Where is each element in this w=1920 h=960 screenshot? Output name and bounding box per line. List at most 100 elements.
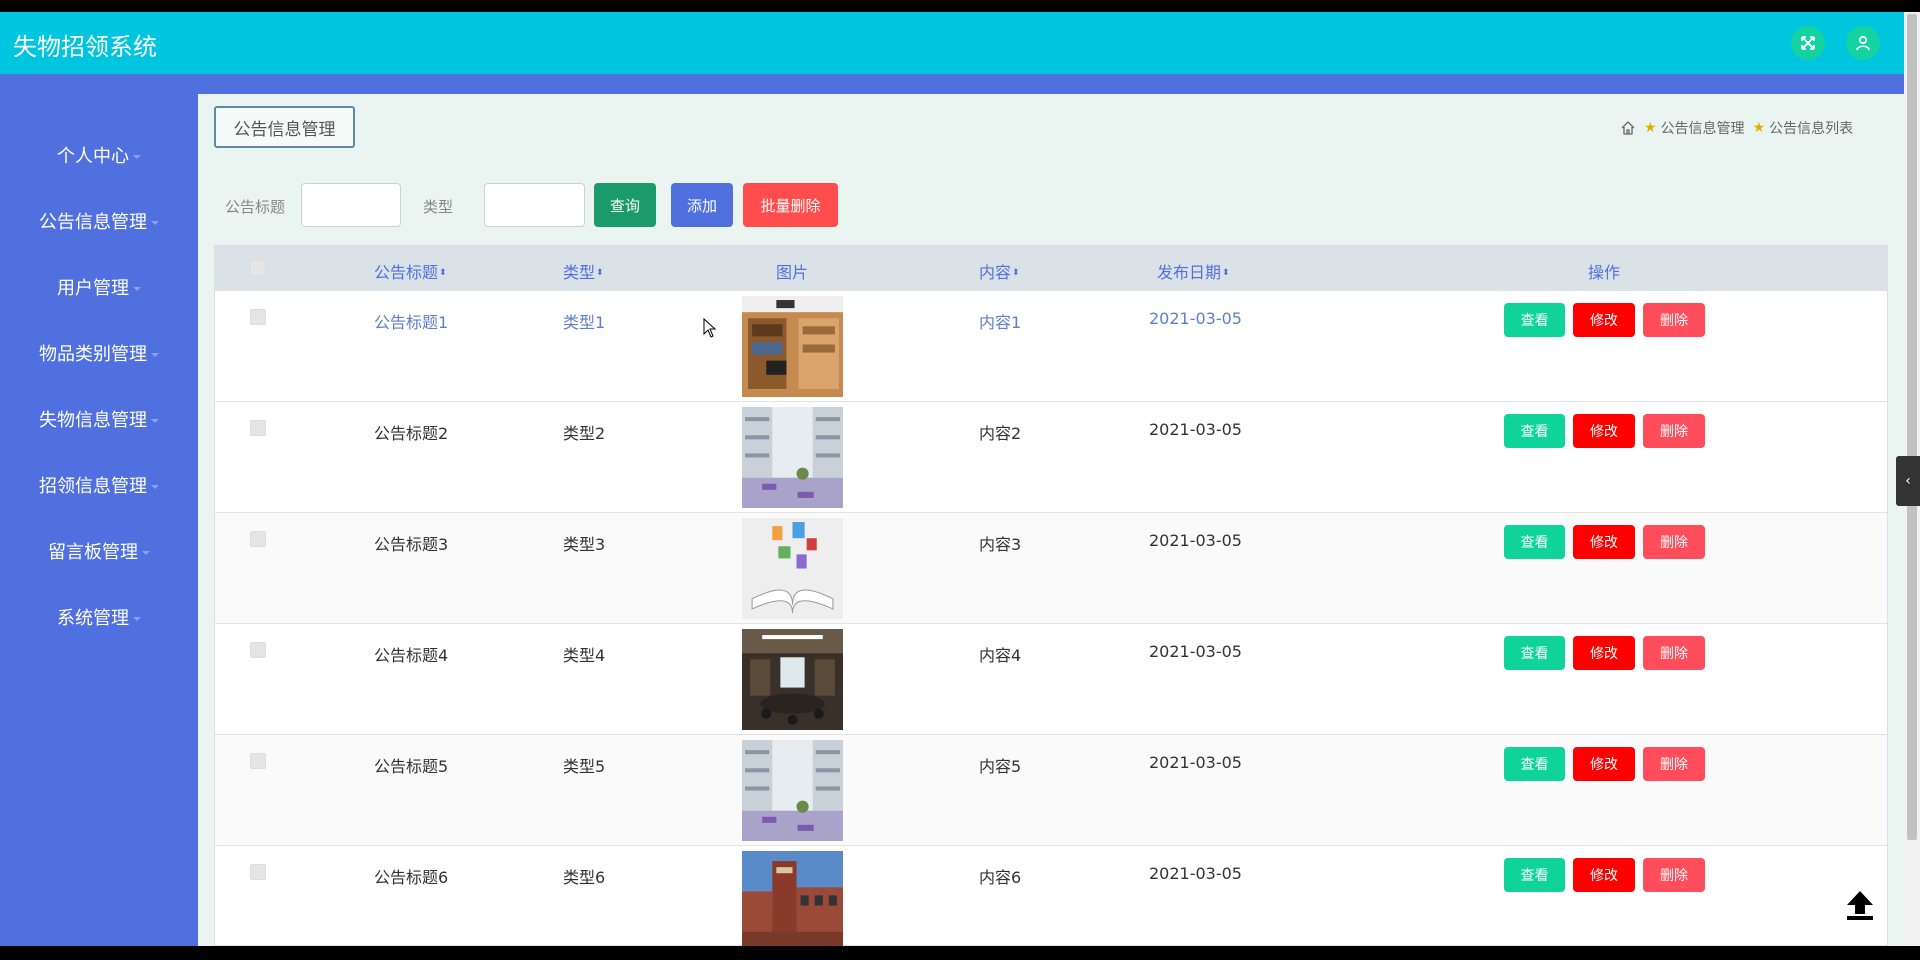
notice-image-thumbnail[interactable] bbox=[742, 851, 843, 946]
type-search-label: 类型 bbox=[423, 198, 454, 216]
column-header-date[interactable]: 发布日期⬍ bbox=[1157, 259, 1230, 283]
edit-button[interactable]: 修改 bbox=[1573, 858, 1635, 892]
caret-down-icon bbox=[151, 485, 159, 489]
view-button[interactable]: 查看 bbox=[1504, 636, 1565, 670]
row-checkbox[interactable] bbox=[250, 753, 266, 769]
notice-image-thumbnail[interactable] bbox=[742, 629, 843, 730]
title-search-label: 公告标题 bbox=[225, 198, 286, 216]
cell-date: 2021-03-05 bbox=[1149, 864, 1242, 883]
delete-button[interactable]: 删除 bbox=[1643, 747, 1705, 781]
user-menu-button[interactable] bbox=[1846, 26, 1880, 60]
table-row: 公告标题2 类型2 内容2 2021-03-05 查看 修改 删除 bbox=[215, 402, 1887, 513]
cell-title: 公告标题2 bbox=[374, 424, 449, 443]
table-row: 公告标题6 类型6 内容6 2021-03-05 查看 修改 删除 bbox=[215, 846, 1887, 946]
view-button[interactable]: 查看 bbox=[1504, 525, 1565, 559]
expand-arrows-icon bbox=[1801, 36, 1815, 50]
edit-button[interactable]: 修改 bbox=[1573, 525, 1635, 559]
sidebar-item-notice-management[interactable]: 公告信息管理 bbox=[0, 208, 198, 238]
notice-image-thumbnail[interactable] bbox=[742, 740, 843, 841]
caret-down-icon bbox=[133, 617, 141, 621]
cell-type: 类型3 bbox=[563, 535, 606, 554]
batch-delete-button[interactable]: 批量删除 bbox=[743, 183, 838, 227]
mouse-cursor-icon bbox=[703, 318, 717, 338]
side-panel-toggle[interactable]: ‹ bbox=[1896, 456, 1920, 506]
sidebar-item-personal-center[interactable]: 个人中心 bbox=[0, 142, 198, 172]
header-label: 发布日期 bbox=[1157, 263, 1222, 282]
sidebar-item-lost-item-management[interactable]: 失物信息管理 bbox=[0, 406, 198, 436]
cell-type: 类型4 bbox=[563, 646, 606, 665]
delete-button[interactable]: 删除 bbox=[1643, 525, 1705, 559]
chevron-left-icon: ‹ bbox=[1905, 473, 1911, 489]
add-button[interactable]: 添加 bbox=[671, 183, 733, 227]
column-header-actions: 操作 bbox=[1588, 263, 1621, 282]
sort-icon: ⬍ bbox=[596, 268, 604, 278]
page-tag[interactable]: 公告信息管理 bbox=[214, 106, 355, 148]
row-checkbox[interactable] bbox=[250, 531, 266, 547]
sort-icon: ⬍ bbox=[1222, 268, 1230, 278]
delete-button[interactable]: 删除 bbox=[1643, 636, 1705, 670]
sidebar-item-category-management[interactable]: 物品类别管理 bbox=[0, 340, 198, 370]
row-checkbox[interactable] bbox=[250, 864, 266, 880]
cell-content: 内容3 bbox=[979, 535, 1022, 554]
sidebar-item-label: 失物信息管理 bbox=[39, 410, 147, 431]
cell-content: 内容5 bbox=[979, 757, 1022, 776]
select-all-checkbox[interactable] bbox=[250, 260, 266, 276]
table-row: 公告标题3 类型3 内容3 2021-03-05 查看 修改 删除 bbox=[215, 513, 1887, 624]
scrollbar-thumb[interactable] bbox=[1907, 14, 1917, 840]
column-header-title[interactable]: 公告标题⬍ bbox=[374, 259, 447, 283]
delete-button[interactable]: 删除 bbox=[1643, 858, 1705, 892]
edit-button[interactable]: 修改 bbox=[1573, 303, 1635, 337]
sidebar-item-claim-management[interactable]: 招领信息管理 bbox=[0, 472, 198, 502]
title-search-input[interactable] bbox=[301, 183, 401, 227]
view-button[interactable]: 查看 bbox=[1504, 858, 1565, 892]
table-header: 公告标题⬍ 类型⬍ 图片 内容⬍ 发布日期⬍ 操作 bbox=[215, 246, 1887, 291]
notice-image-thumbnail[interactable] bbox=[742, 407, 843, 508]
caret-down-icon bbox=[133, 155, 141, 159]
sidebar-item-label: 用户管理 bbox=[57, 278, 129, 299]
breadcrumb: ★ 公告信息管理 ★ 公告信息列表 bbox=[1620, 118, 1853, 138]
type-search-input[interactable] bbox=[484, 183, 585, 227]
view-button[interactable]: 查看 bbox=[1504, 414, 1565, 448]
column-header-content[interactable]: 内容⬍ bbox=[979, 259, 1020, 283]
row-checkbox[interactable] bbox=[250, 420, 266, 436]
sort-icon: ⬍ bbox=[1012, 268, 1020, 278]
cell-type: 类型2 bbox=[563, 424, 606, 443]
table-row: 公告标题5 类型5 内容5 2021-03-05 查看 修改 删除 bbox=[215, 735, 1887, 846]
app-screen: 失物招领系统 个人中心 公告信息管理 用户管理 物品类别管理 失物信息管理 招领… bbox=[0, 12, 1920, 946]
edit-button[interactable]: 修改 bbox=[1573, 414, 1635, 448]
sidebar-item-label: 留言板管理 bbox=[48, 542, 138, 563]
column-header-type[interactable]: 类型⬍ bbox=[563, 259, 604, 283]
delete-button[interactable]: 删除 bbox=[1643, 303, 1705, 337]
notice-image-thumbnail[interactable] bbox=[742, 518, 843, 619]
sidebar-item-label: 系统管理 bbox=[57, 608, 129, 629]
header-label: 内容 bbox=[979, 263, 1012, 282]
top-header: 失物招领系统 bbox=[0, 12, 1904, 74]
sidebar-item-system-management[interactable]: 系统管理 bbox=[0, 604, 198, 634]
cell-type: 类型1 bbox=[563, 313, 606, 332]
arrow-up-icon[interactable] bbox=[1843, 888, 1877, 922]
cell-content: 内容6 bbox=[979, 868, 1022, 887]
view-button[interactable]: 查看 bbox=[1504, 747, 1565, 781]
row-checkbox[interactable] bbox=[250, 309, 266, 325]
table-row: 公告标题4 类型4 内容4 2021-03-05 查看 修改 删除 bbox=[215, 624, 1887, 735]
cell-date: 2021-03-05 bbox=[1149, 420, 1242, 439]
view-button[interactable]: 查看 bbox=[1504, 303, 1565, 337]
fullscreen-button[interactable] bbox=[1791, 26, 1825, 60]
star-icon: ★ bbox=[1752, 120, 1766, 136]
edit-button[interactable]: 修改 bbox=[1573, 747, 1635, 781]
row-checkbox[interactable] bbox=[250, 642, 266, 658]
sidebar-item-user-management[interactable]: 用户管理 bbox=[0, 274, 198, 304]
caret-down-icon bbox=[133, 287, 141, 291]
query-button[interactable]: 查询 bbox=[594, 183, 656, 227]
breadcrumb-item[interactable]: 公告信息管理 bbox=[1661, 118, 1745, 138]
delete-button[interactable]: 删除 bbox=[1643, 414, 1705, 448]
breadcrumb-item: 公告信息列表 bbox=[1769, 121, 1854, 137]
header-label: 类型 bbox=[563, 263, 596, 282]
sidebar-item-message-board[interactable]: 留言板管理 bbox=[0, 538, 198, 568]
notice-image-thumbnail[interactable] bbox=[742, 296, 843, 397]
home-icon[interactable] bbox=[1620, 120, 1636, 136]
star-icon: ★ bbox=[1644, 120, 1657, 136]
cell-type: 类型5 bbox=[563, 757, 606, 776]
cell-title: 公告标题3 bbox=[374, 535, 449, 554]
edit-button[interactable]: 修改 bbox=[1573, 636, 1635, 670]
